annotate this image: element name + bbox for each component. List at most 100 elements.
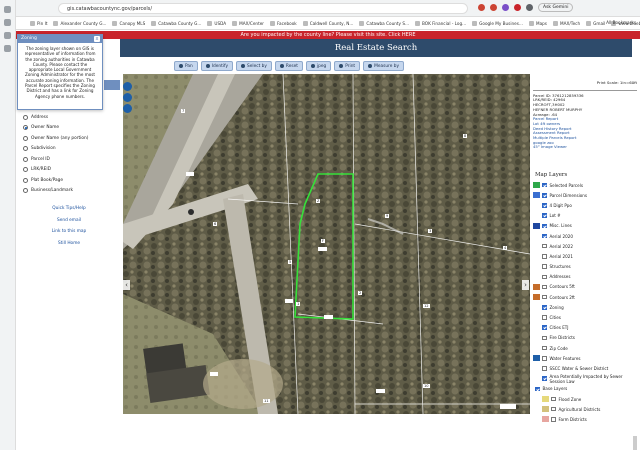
rail-icon[interactable] xyxy=(4,45,11,52)
layer-row[interactable]: Addresses xyxy=(533,272,637,282)
search-option[interactable]: Owner Name (any portion) xyxy=(17,133,121,144)
search-option[interactable]: Plat Book/Page xyxy=(17,175,121,186)
layer-row[interactable]: Lot # xyxy=(533,211,637,221)
layer-row[interactable]: Area Potentially Impacted by Sewer Sessi… xyxy=(533,374,637,384)
layer-checkbox[interactable] xyxy=(542,254,547,259)
layer-row[interactable]: Selected Parcels xyxy=(533,180,637,190)
layer-row[interactable]: Farm Districts xyxy=(533,414,637,424)
layer-row[interactable]: Agricultural Districts xyxy=(533,404,637,414)
search-option[interactable]: LRK/REID xyxy=(17,165,121,176)
layer-row[interactable]: Cities xyxy=(533,312,637,322)
layer-checkbox[interactable] xyxy=(542,356,547,361)
rail-icon[interactable] xyxy=(4,19,11,26)
side-link[interactable]: Link to this map xyxy=(17,229,121,241)
bookmark-item[interactable]: Gmail xyxy=(586,20,605,26)
layer-checkbox[interactable] xyxy=(542,213,547,218)
radio-button[interactable] xyxy=(23,146,28,152)
layer-checkbox[interactable] xyxy=(542,193,547,198)
layer-checkbox[interactable] xyxy=(542,305,547,310)
search-tab[interactable] xyxy=(104,80,120,90)
toolbar-button-identify[interactable]: Identify xyxy=(200,61,233,71)
parcel-report-link[interactable]: 45° Image Viewer xyxy=(533,145,637,150)
layer-checkbox[interactable] xyxy=(542,294,547,300)
layer-checkbox[interactable] xyxy=(542,182,547,188)
search-option[interactable]: Owner Name xyxy=(17,123,121,134)
layer-row[interactable]: Base Layers xyxy=(533,384,637,394)
toolbar-button-reset[interactable]: Reset xyxy=(274,61,303,71)
close-icon[interactable]: x xyxy=(94,36,100,42)
layer-checkbox[interactable] xyxy=(551,406,556,412)
all-bookmarks[interactable]: All Bookmarks xyxy=(606,20,636,25)
aerial-map[interactable]: Z F 1 2 3 4 5 6 7 8 9 10 11 12 xyxy=(123,74,530,414)
radio-button[interactable] xyxy=(23,177,28,183)
radio-button[interactable] xyxy=(23,135,28,141)
bookmark-item[interactable]: MAX/Center xyxy=(232,20,264,26)
pinterest-icon[interactable] xyxy=(490,4,497,11)
address-bar[interactable]: gis.catawbacountync.gov/parcels/ xyxy=(58,3,468,14)
search-option[interactable]: Subdivision xyxy=(17,144,121,155)
layer-row[interactable]: Aerial 2021 xyxy=(533,251,637,261)
pan-left-arrow[interactable]: ‹ xyxy=(123,280,130,290)
bookmark-item[interactable]: Google My Busines... xyxy=(472,20,523,26)
layer-row[interactable]: Cities ETJ xyxy=(533,323,637,333)
bookmark-item[interactable]: Catawba County S... xyxy=(359,20,409,26)
toolbar-button-print[interactable]: Print xyxy=(334,61,361,71)
layer-checkbox[interactable] xyxy=(542,345,547,351)
puzzle-icon[interactable] xyxy=(526,4,533,11)
layer-row[interactable]: Structures xyxy=(533,262,637,272)
layer-row[interactable]: 4 Digit Ppo xyxy=(533,200,637,210)
radio-button[interactable] xyxy=(23,188,28,194)
toolbar-button-jpeg[interactable]: jpeg xyxy=(305,61,332,71)
pan-right-arrow[interactable]: › xyxy=(522,280,529,290)
page-scrollbar[interactable] xyxy=(633,436,637,450)
layer-checkbox[interactable] xyxy=(542,325,547,330)
gemini-button[interactable]: Ask Gemini xyxy=(538,3,574,12)
side-link[interactable]: Still Home xyxy=(17,241,121,253)
layer-checkbox[interactable] xyxy=(542,203,547,208)
extension-icon-3[interactable] xyxy=(514,4,521,11)
bookmark-item[interactable]: Maps xyxy=(528,20,547,26)
layer-checkbox[interactable] xyxy=(542,274,547,280)
layer-row[interactable]: Parcel Dimensions xyxy=(533,190,637,200)
extension-icon[interactable] xyxy=(478,4,485,11)
search-option[interactable]: Parcel ID xyxy=(17,154,121,165)
layer-row[interactable]: SSCC Water & Sewer District xyxy=(533,363,637,373)
bookmark-item[interactable]: USDA xyxy=(207,20,226,26)
layer-checkbox[interactable] xyxy=(542,223,547,229)
layer-checkbox[interactable] xyxy=(542,233,547,239)
pan-compass-icon[interactable] xyxy=(123,104,132,113)
layer-row[interactable]: Contours 5ft xyxy=(533,282,637,292)
layer-row[interactable]: Contours 2ft xyxy=(533,292,637,302)
layer-row[interactable]: Aerial 2022 xyxy=(533,241,637,251)
layer-checkbox[interactable] xyxy=(542,243,547,249)
layer-row[interactable]: Fire Districts xyxy=(533,333,637,343)
bookmark-item[interactable]: Facebook xyxy=(270,20,297,26)
layer-checkbox[interactable] xyxy=(551,417,556,422)
layer-row[interactable]: Water Features xyxy=(533,353,637,363)
bookmark-item[interactable]: Alexander County G... xyxy=(53,20,106,26)
side-link[interactable]: Quick Tips/Help xyxy=(17,206,121,218)
radio-button[interactable] xyxy=(23,156,28,162)
zoom-in-icon[interactable] xyxy=(123,82,132,91)
layer-checkbox[interactable] xyxy=(542,335,547,341)
toolbar-button-select-by[interactable]: Select by xyxy=(236,61,272,71)
side-link[interactable]: Send email xyxy=(17,218,121,230)
layer-checkbox[interactable] xyxy=(535,386,540,392)
county-line-banner[interactable]: Are you impacted by the county line? Ple… xyxy=(16,31,640,39)
bookmark-item[interactable]: MAX/Tech xyxy=(552,20,580,26)
toolbar-button-pan[interactable]: Pan xyxy=(174,61,198,71)
bookmark-item[interactable]: Pin It xyxy=(30,20,47,26)
bookmark-item[interactable]: Catawba County G... xyxy=(151,20,201,26)
layer-row[interactable]: Misc. Lines xyxy=(533,221,637,231)
bookmark-item[interactable]: Canopy MLS xyxy=(112,20,145,26)
bookmark-item[interactable]: Caldwell County, N... xyxy=(302,20,353,26)
layer-checkbox[interactable] xyxy=(542,284,547,290)
radio-button[interactable] xyxy=(23,167,28,173)
layer-row[interactable]: Zip Code xyxy=(533,343,637,353)
search-option[interactable]: Business/Landmark xyxy=(17,186,121,197)
layer-checkbox[interactable] xyxy=(551,396,556,402)
layer-row[interactable]: Flood Zone xyxy=(533,394,637,404)
extension-icon-2[interactable] xyxy=(502,4,509,11)
layer-row[interactable]: Aerial 2020 xyxy=(533,231,637,241)
layer-checkbox[interactable] xyxy=(542,366,547,371)
